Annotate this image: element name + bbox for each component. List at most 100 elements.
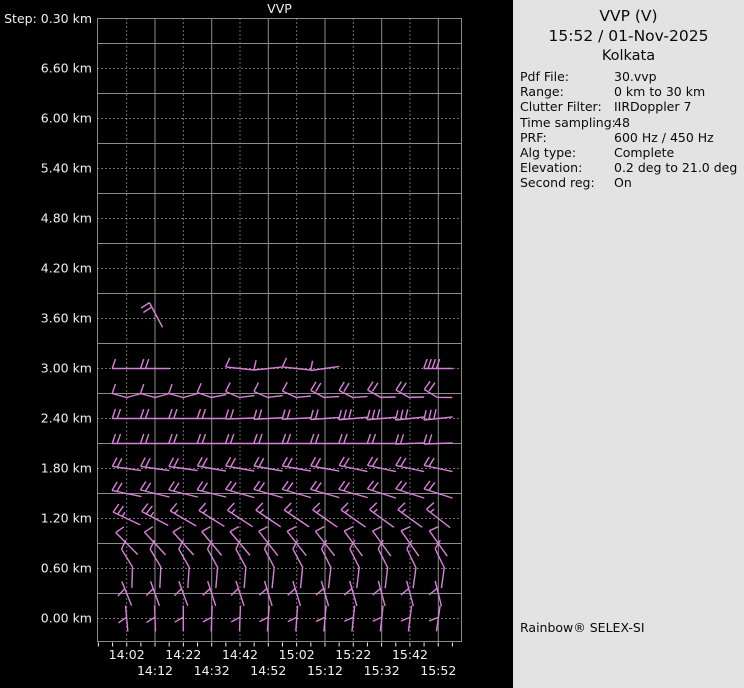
wind-barb <box>434 548 445 589</box>
wind-barb-tick <box>428 482 436 491</box>
field-label: Range: <box>520 84 564 100</box>
x-axis-label: 15:02 <box>279 647 315 662</box>
wind-barb-tick <box>428 382 436 392</box>
y-axis-label: 6.00 km <box>41 111 92 126</box>
wind-barb-tick <box>168 433 173 444</box>
wind-barb-tick <box>366 409 371 420</box>
y-axis-label: 3.00 km <box>41 361 92 376</box>
wind-barb-tick <box>395 480 403 490</box>
wind-barb-tick <box>111 383 117 394</box>
wind-barb-tick <box>395 381 402 391</box>
wind-barb-tick <box>315 382 322 392</box>
wind-barb-tick <box>116 408 122 419</box>
y-axis-label: 4.20 km <box>41 261 92 276</box>
field-value: 48 <box>614 114 630 130</box>
x-axis-label: 14:32 <box>194 663 230 678</box>
wind-barb-halftick <box>429 508 435 513</box>
field-row-pdf-file: Pdf File: 30.vvp <box>520 69 744 84</box>
wind-barb-tick <box>312 502 321 511</box>
field-label: Time sampling: <box>520 114 616 130</box>
wind-barb-tick <box>371 433 377 444</box>
panel-fields: Pdf File: 30.vvp Range: 0 km to 30 km Cl… <box>520 69 744 191</box>
wind-barb-tick <box>202 616 213 623</box>
wind-barb-tick <box>286 482 294 492</box>
wind-barb-tick <box>372 616 383 622</box>
x-axis-label: 14:22 <box>165 647 201 662</box>
x-axis-label: 15:32 <box>364 663 400 678</box>
wind-barb-tick <box>169 502 178 512</box>
wind-barb-tick <box>202 588 211 596</box>
wind-barb-tick <box>343 457 350 467</box>
wind-barb-tick <box>146 616 156 624</box>
wind-barb-tick <box>229 526 240 533</box>
y-axis-label: 0.00 km <box>41 611 92 626</box>
wind-barb-halftick <box>121 511 126 517</box>
panel-title: VVP (V) <box>599 7 658 25</box>
wind-barb-tick <box>111 358 117 369</box>
wind-barb-tick <box>281 381 288 392</box>
wind-barb-tick <box>258 409 263 420</box>
y-axis-label: 5.40 km <box>41 161 92 176</box>
wind-barb-tick <box>281 409 286 420</box>
wind-barb-chart: 6.60 km 6.00 km 5.40 km 4.80 km 4.20 km 3.60 … <box>41 18 462 678</box>
wind-barb-tick <box>343 433 348 444</box>
wind-barb-tick <box>168 383 173 394</box>
wind-barb-tick <box>116 457 123 468</box>
panel-site: Kolkata <box>601 48 656 64</box>
wind-barb-tick <box>139 383 145 394</box>
wind-barb-halftick <box>231 508 236 514</box>
wind-barb-tick <box>309 433 315 444</box>
wind-barb-halftick <box>287 508 293 514</box>
wind-barb-tick <box>168 408 173 419</box>
wind-barb-tick <box>196 433 202 444</box>
wind-barb-tick <box>433 409 437 420</box>
x-axis-label: 14:42 <box>222 647 258 662</box>
wind-barb <box>266 605 270 632</box>
wind-barb-tick <box>253 382 260 392</box>
panel-datetime: 15:52 / 01-Nov-2025 <box>548 27 709 45</box>
wind-barb-tick <box>201 408 207 419</box>
wind-barb <box>178 548 190 589</box>
wind-barb-tick <box>230 588 239 596</box>
wind-barb-tick <box>111 408 117 419</box>
info-panel: VVP (V) 15:52 / 01-Nov-2025 Kolkata Pdf … <box>513 0 744 688</box>
wind-barb-tick <box>168 457 175 467</box>
field-row-elevation: Elevation: 0.2 deg to 21.0 deg <box>520 160 744 175</box>
wind-barb-tick <box>310 456 317 467</box>
wind-barb-tick <box>338 381 345 391</box>
wind-barb-tick <box>224 433 230 444</box>
brand-label: Rainbow® SELEX-SI <box>520 620 645 635</box>
field-label: Clutter Filter: <box>520 99 602 115</box>
vvp-plot-panel: VVP Step: 0.30 km 6.60 km 6.00 km 5.40 km 4… <box>0 0 513 688</box>
wind-barb-tick <box>253 409 258 420</box>
y-axis-label: 3.60 km <box>41 311 92 326</box>
x-axis-label: 14:52 <box>250 663 286 678</box>
wind-barb-tick <box>366 433 372 444</box>
wind-barb <box>283 509 310 528</box>
wind-barb-tick <box>230 616 241 623</box>
wind-barb-tick <box>315 616 326 623</box>
wind-barb-tick <box>281 357 288 368</box>
wind-barb-tick <box>310 480 317 490</box>
wind-barb-tick <box>400 616 411 622</box>
wind-barb-tick <box>173 482 180 492</box>
wind-barb-tick <box>173 457 180 468</box>
y-axis-label: 0.60 km <box>41 561 92 576</box>
wind-barb-tick <box>120 539 127 550</box>
wind-barb <box>282 417 312 420</box>
wind-barb-tick <box>371 457 379 467</box>
y-axis-label: 6.60 km <box>41 61 92 76</box>
wind-barb-tick <box>344 616 354 622</box>
wind-barb-tick <box>253 360 257 371</box>
wind-barb-tick <box>139 433 145 444</box>
wind-barb-tick <box>399 482 408 491</box>
field-value: Complete <box>614 145 675 161</box>
x-axis-label: 14:12 <box>137 663 173 678</box>
wind-barb-tick <box>428 616 439 622</box>
wind-barb-tick <box>201 433 207 444</box>
field-value: 0.2 deg to 21.0 deg <box>614 160 738 176</box>
wind-barb <box>395 416 425 421</box>
wind-barb-tick <box>224 357 231 368</box>
y-axis-label: 2.40 km <box>41 411 92 426</box>
wind-barb <box>153 605 157 632</box>
